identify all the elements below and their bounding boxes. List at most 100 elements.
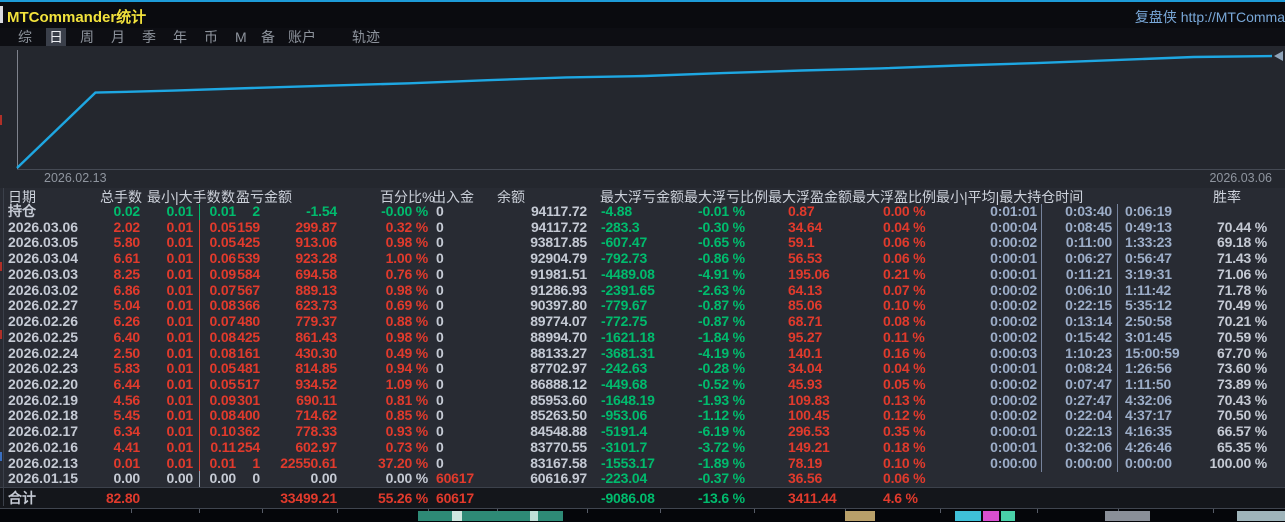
tab-1[interactable]: 综	[18, 28, 32, 46]
cell-min: 0.01	[166, 454, 194, 471]
cell-balance: 86888.12	[530, 375, 587, 392]
cell-mflp: -3.72 %	[698, 438, 745, 455]
cell-win: 73.89 %	[1217, 375, 1267, 392]
tab-3[interactable]: 周	[80, 28, 94, 46]
cell-tmin: 0:00:04	[990, 218, 1037, 235]
cell-pnl: 913.06	[295, 234, 337, 251]
table-row[interactable]: 2026.02.27 5.04 0.01 0.08 366 623.73 0.69 % 0 90…	[0, 297, 1285, 315]
cell-cash: 0	[436, 423, 444, 440]
time-divider	[1041, 408, 1042, 425]
cell-min: 0.01	[166, 391, 194, 408]
table-row[interactable]: 2026.02.23 5.83 0.01 0.05 481 814.85 0.94 % 0 87…	[0, 360, 1285, 378]
cell-lots: 4.41	[113, 438, 141, 455]
cell-date: 2026.03.03	[8, 265, 79, 282]
table-row[interactable]: 2026.02.24 2.50 0.01 0.08 161 430.30 0.49 % 0 88…	[0, 344, 1285, 362]
cell-mfp: 36.56	[788, 470, 823, 487]
column-tick	[660, 509, 661, 513]
cell-tmin: 0:00:02	[990, 281, 1037, 298]
cell-max: 0.05	[209, 360, 237, 377]
cell-mfl: -1553.17	[601, 454, 655, 471]
cell-cash: 0	[436, 328, 444, 345]
time-divider	[1117, 314, 1118, 330]
table-row[interactable]: 2026.02.25 6.40 0.01 0.08 425 861.43 0.98 % 0 88…	[0, 328, 1285, 346]
cell-mfp: 68.71	[788, 313, 823, 329]
column-tick	[754, 509, 755, 513]
cell-mfp: 56.53	[788, 250, 823, 267]
cell-mflp: -0.30 %	[698, 218, 745, 235]
tab-11[interactable]: 轨迹	[352, 28, 380, 46]
column-tick	[131, 509, 132, 513]
tab-10[interactable]: 账户	[288, 28, 316, 46]
tab-8[interactable]: M	[235, 28, 247, 46]
cell-tavg: 0:06:27	[1065, 250, 1112, 267]
cell-mflp: -4.91 %	[698, 265, 745, 282]
cell-balance: 91981.51	[530, 265, 587, 282]
minmax-divider	[199, 298, 200, 315]
cell-pnl: 934.52	[295, 375, 337, 392]
table-row[interactable]: 2026.03.04 6.61 0.01 0.06 539 923.28 1.00 % 0 92…	[0, 250, 1285, 268]
cell-balance: 88994.70	[530, 328, 587, 345]
cell-balance: 83167.58	[530, 454, 587, 471]
cell-tavg: 0:27:47	[1065, 391, 1112, 408]
table-row[interactable]: 2026.02.26 6.26 0.01 0.07 480 779.37 0.88 % 0 89…	[0, 313, 1285, 330]
table-row[interactable]: 2026.02.20 6.44 0.01 0.05 517 934.52 1.09 % 0 86…	[0, 375, 1285, 393]
cell-mfl: -779.67	[601, 297, 648, 314]
cell-mflp: -0.52 %	[698, 375, 745, 392]
table-row[interactable]: 2026.02.17 6.34 0.01 0.10 362 778.33 0.93 % 0 84…	[0, 423, 1285, 441]
cell-mflp: -13.6 %	[698, 490, 745, 506]
cell-mfpp: 0.04 %	[883, 360, 926, 377]
time-divider	[1117, 439, 1118, 456]
tab-6[interactable]: 年	[173, 28, 187, 46]
screen-artifact	[0, 6, 3, 23]
minmax-divider	[199, 251, 200, 268]
time-divider	[1117, 204, 1118, 220]
curve-end-marker	[1274, 51, 1283, 61]
cell-cash: 0	[436, 391, 444, 408]
cell-mflp: -0.37 %	[698, 470, 745, 487]
minmax-divider	[199, 471, 200, 488]
cell-pct: 0.85 %	[385, 407, 429, 424]
tab-5[interactable]: 季	[142, 28, 156, 46]
cell-win: 70.49 %	[1217, 297, 1267, 314]
cell-tavg: 0:08:45	[1065, 218, 1112, 235]
cell-lots: 4.56	[113, 391, 141, 408]
table-row[interactable]: 持仓 0.02 0.01 0.01 2 -1.54 -0.00 % 0 94117.72 -4.8…	[0, 203, 1285, 220]
site-link[interactable]: 复盘侠 http://MTComma	[1135, 7, 1285, 27]
tab-2[interactable]: 日	[46, 28, 66, 46]
tab-9[interactable]: 备	[261, 28, 275, 46]
table-row[interactable]: 2026.03.05 5.80 0.01 0.05 425 913.06 0.98 % 0 93…	[0, 234, 1285, 252]
screen-artifact	[0, 452, 2, 461]
cell-mfl: -792.73	[601, 250, 648, 267]
table-row[interactable]: 2026.02.19 4.56 0.01 0.09 301 690.11 0.81 % 0 85…	[0, 391, 1285, 409]
cell-max: 0.08	[209, 344, 237, 361]
table-row[interactable]: 2026.02.18 5.45 0.01 0.08 400 714.62 0.85 % 0 85…	[0, 407, 1285, 425]
title-bar: MTCommander统计 复盘侠 http://MTComma	[0, 0, 1285, 28]
cell-cash: 0	[436, 218, 444, 235]
cell-tavg: 1:10:23	[1065, 344, 1112, 361]
table-row[interactable]: 2026.03.06 2.02 0.01 0.05 159 299.87 0.32 % 0 94…	[0, 218, 1285, 236]
column-tick	[940, 509, 941, 513]
cell-lots: 0.02	[113, 203, 141, 219]
cell-pct: 0.98 %	[385, 328, 429, 345]
cell-max: 0.07	[209, 313, 237, 329]
cell-cash: 0	[436, 297, 444, 314]
cell-mfl: -953.06	[601, 407, 648, 424]
table-row[interactable]: 2026.02.13 0.01 0.01 0.01 1 22550.61 37.20 % 0 8…	[0, 454, 1285, 472]
tab-4[interactable]: 月	[111, 28, 125, 46]
table-row[interactable]: 2026.02.16 4.41 0.01 0.11 254 602.97 0.73 % 0 83…	[0, 438, 1285, 456]
cell-mfl: -4.88	[601, 203, 632, 219]
cell-lots: 6.26	[113, 313, 141, 329]
cell-mfpp: 0.18 %	[883, 438, 926, 455]
cell-mfp: 85.06	[788, 297, 823, 314]
minmax-divider	[199, 392, 200, 409]
table-total-row[interactable]: 合计 82.80 33499.21 55.26 % 60617 -9086.08 -13.6…	[0, 487, 1285, 508]
chart-start-date-label: 2026.02.13	[44, 171, 107, 185]
tab-7[interactable]: 币	[204, 28, 218, 46]
table-row[interactable]: 2026.01.15 0.00 0.00 0.00 0 0.00 0.00 % 60617 60…	[0, 470, 1285, 488]
app-window: MTCommander统计 复盘侠 http://MTComma 综日周月季年币…	[0, 0, 1285, 522]
table-row[interactable]: 2026.03.03 8.25 0.01 0.09 584 694.58 0.76 % 0 91…	[0, 265, 1285, 283]
table-row[interactable]: 2026.03.02 6.86 0.01 0.07 567 889.13 0.98 % 0 91…	[0, 281, 1285, 299]
cell-min: 0.01	[166, 328, 194, 345]
cell-pct: 0.32 %	[385, 218, 429, 235]
cell-mfl: -242.63	[601, 360, 648, 377]
